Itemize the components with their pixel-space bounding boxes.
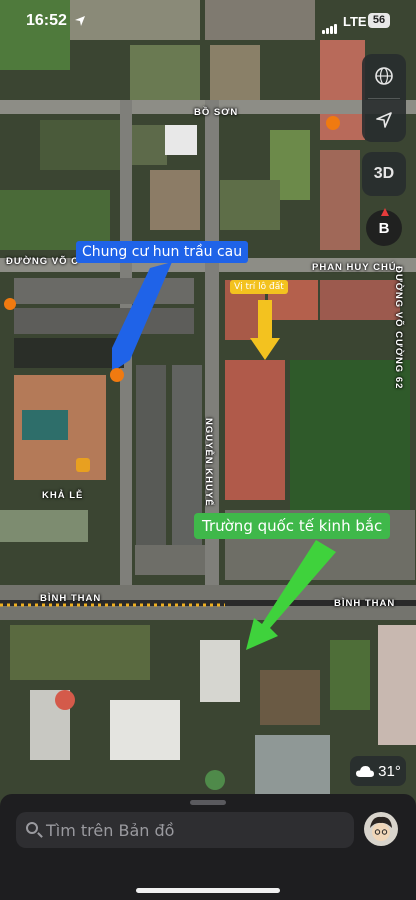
3d-button[interactable]: 3D: [362, 152, 406, 196]
poi-pin-icon[interactable]: [4, 298, 16, 310]
locate-button[interactable]: [362, 98, 406, 142]
sheet-grabber[interactable]: [190, 800, 226, 805]
road-label-vo-cuong: ĐƯỜNG VÕ CƯỜNG 62: [393, 266, 404, 390]
poi-pin-icon[interactable]: [110, 368, 124, 382]
network-label: LTE: [343, 14, 367, 29]
road-label-bo-son: BỒ SƠN: [194, 107, 239, 118]
globe-icon: [375, 67, 393, 85]
road-label-kha-le: KHẢ LỄ: [42, 490, 84, 501]
compass-needle-icon: [381, 208, 389, 216]
road-label-phan-huy-chu: PHAN HUY CHÚ: [312, 262, 397, 273]
map-controls: [362, 54, 406, 142]
callout-truong: Trường quốc tế kinh bắc: [194, 513, 391, 539]
avatar[interactable]: [364, 812, 398, 846]
search-placeholder: Tìm trên Bản đồ: [46, 821, 175, 840]
status-time: 16:52: [26, 12, 67, 29]
restaurant-pin-icon[interactable]: [326, 116, 340, 130]
shop-pin-icon[interactable]: [76, 458, 90, 472]
search-bar[interactable]: Tìm trên Bản đồ: [16, 812, 354, 848]
signal-icon: [322, 16, 338, 34]
weather-badge[interactable]: 31°: [350, 756, 406, 786]
avatar-image: [370, 816, 392, 841]
road-label-vo-c: ĐƯỜNG VÕ C: [6, 256, 79, 267]
callout-vi-tri: Vị trí lô đất: [230, 280, 288, 294]
cloud-icon: [356, 766, 375, 777]
battery-icon: 56: [368, 13, 390, 28]
status-bar: 16:52 LTE 56: [0, 0, 416, 44]
compass-label: B: [378, 219, 390, 237]
location-arrow-icon: [75, 16, 85, 26]
road-label-nguyen-khuyen: NGUYỄN KHUYẾ: [203, 418, 214, 507]
bottom-sheet[interactable]: Tìm trên Bản đồ: [0, 794, 416, 900]
location-arrow-icon: [376, 112, 392, 128]
search-icon: [26, 822, 38, 834]
callout-chung-cu: Chung cư hun trầu cau: [76, 241, 249, 263]
road-label-binh-than-left: BÌNH THAN: [40, 593, 102, 604]
road-label-binh-than-right: BÌNH THAN: [334, 598, 396, 609]
compass-button[interactable]: B: [366, 208, 402, 246]
globe-button[interactable]: [362, 54, 406, 98]
home-indicator: [136, 888, 280, 893]
temperature-label: 31°: [378, 762, 401, 780]
